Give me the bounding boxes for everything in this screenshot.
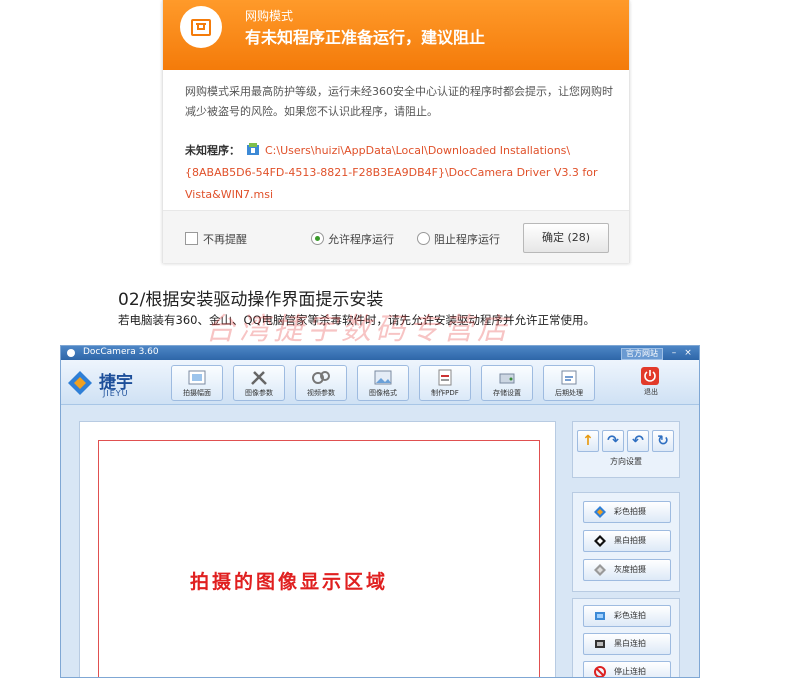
burst-label: 停止连拍	[614, 667, 646, 676]
picture-icon	[374, 370, 392, 385]
rotate-up-button[interactable]: ↑	[577, 430, 599, 452]
bw-burst-button[interactable]: 黑白连拍	[583, 633, 671, 655]
window-title: DocCamera 3.60	[83, 347, 159, 357]
block-radio[interactable]	[417, 232, 430, 245]
security-dialog: 网购模式 有未知程序正准备运行，建议阻止 网购模式采用最高防护等级，运行未经36…	[162, 0, 630, 263]
dialog-header: 网购模式 有未知程序正准备运行，建议阻止	[163, 0, 629, 70]
no-remind-label: 不再提醒	[203, 233, 247, 246]
exit-button[interactable]: 退出	[633, 365, 669, 399]
image-format-button[interactable]: 图像格式	[357, 365, 409, 401]
confirm-button[interactable]: 确定 (28)	[523, 223, 609, 253]
shopping-mode-icon	[180, 6, 222, 48]
bw-burst-icon	[595, 640, 605, 648]
capture-frame-button[interactable]: 拍摄幅面	[171, 365, 223, 401]
toolbar-label: 图像参数	[245, 389, 273, 397]
video-params-button[interactable]: 视频参数	[295, 365, 347, 401]
capture-label: 彩色拍摄	[614, 507, 646, 516]
dialog-description: 网购模式采用最高防护等级，运行未经360安全中心认证的程序时都会提示，让您网购时…	[185, 85, 613, 118]
make-pdf-button[interactable]: 制作PDF	[419, 365, 471, 401]
mode-label: 网购模式	[245, 9, 294, 23]
color-burst-button[interactable]: 彩色连拍	[583, 605, 671, 627]
minimize-button[interactable]: –	[669, 348, 679, 358]
black-diamond-icon	[594, 535, 606, 547]
close-button[interactable]: ×	[683, 348, 693, 358]
toolbar-label: 拍摄幅面	[183, 389, 211, 397]
dialog-headline: 有未知程序正准备运行，建议阻止	[245, 28, 486, 47]
doccamera-window: DocCamera 3.60 官方网站 – × 捷宇 JIEYU 拍摄幅面 图像…	[60, 345, 700, 678]
dialog-footer: 不再提醒 允许程序运行 阻止程序运行 确定 (28)	[163, 210, 629, 263]
color-burst-icon	[595, 612, 605, 620]
title-bar: DocCamera 3.60 官方网站 – ×	[61, 346, 699, 360]
allow-radio[interactable]	[311, 232, 324, 245]
pdf-icon	[438, 369, 452, 386]
frame-icon	[188, 370, 206, 385]
crop-frame	[98, 440, 540, 677]
jieyu-logo: 捷宇 JIEYU	[67, 366, 155, 400]
video-icon	[312, 371, 330, 384]
allow-label: 允许程序运行	[328, 233, 394, 246]
gray-capture-button[interactable]: 灰度拍摄	[583, 559, 671, 581]
bw-capture-button[interactable]: 黑白拍摄	[583, 530, 671, 552]
color-diamond-icon	[594, 506, 606, 518]
gray-diamond-icon	[594, 564, 606, 576]
toolbar: 捷宇 JIEYU 拍摄幅面 图像参数 视频参数 图像格式 制作PDF 存储设置	[61, 360, 699, 405]
image-params-button[interactable]: 图像参数	[233, 365, 285, 401]
direction-label: 方向设置	[610, 457, 642, 466]
direction-panel: ↑ ↷ ↶ ↻ 方向设置	[572, 421, 680, 478]
exit-label: 退出	[644, 388, 658, 396]
burst-label: 彩色连拍	[614, 611, 646, 620]
post-processing-button[interactable]: 后期处理	[543, 365, 595, 401]
logo-text-en: JIEYU	[103, 389, 129, 398]
unknown-program-label: 未知程序：	[185, 144, 240, 157]
rotate-right-button[interactable]: ↷	[602, 430, 624, 452]
capture-panel: 彩色拍摄 黑白拍摄 灰度拍摄	[572, 492, 680, 592]
burst-panel: 彩色连拍 黑白连拍 停止连拍	[572, 598, 680, 677]
capture-label: 黑白拍摄	[614, 536, 646, 545]
app-icon	[67, 349, 75, 357]
preview-placeholder-label: 拍摄的图像显示区域	[190, 571, 389, 593]
toolbar-label: 制作PDF	[431, 389, 459, 397]
capture-label: 灰度拍摄	[614, 565, 646, 574]
unknown-program-row: 未知程序： C:\Users\huizi\AppData\Local\Downl…	[185, 140, 615, 206]
official-site-button[interactable]: 官方网站	[621, 348, 663, 360]
rotate-180-button[interactable]: ↻	[652, 430, 674, 452]
storage-settings-button[interactable]: 存储设置	[481, 365, 533, 401]
toolbar-label: 存储设置	[493, 389, 521, 397]
toolbar-label: 后期处理	[555, 389, 583, 397]
stop-icon	[594, 666, 606, 677]
tools-icon	[251, 371, 267, 385]
image-preview-area[interactable]: 拍摄的图像显示区域	[79, 421, 556, 677]
logo-mark-icon	[68, 371, 92, 395]
toolbar-label: 视频参数	[307, 389, 335, 397]
no-remind-checkbox[interactable]	[185, 232, 198, 245]
stop-burst-button[interactable]: 停止连拍	[583, 661, 671, 677]
process-icon	[561, 370, 577, 385]
power-icon	[641, 367, 659, 385]
installer-package-icon	[246, 142, 260, 156]
storage-icon	[499, 373, 515, 384]
toolbar-label: 图像格式	[369, 389, 397, 397]
watermark: 台湾捷宇数码专营店	[205, 312, 511, 347]
burst-label: 黑白连拍	[614, 639, 646, 648]
color-capture-button[interactable]: 彩色拍摄	[583, 501, 671, 523]
block-label: 阻止程序运行	[434, 233, 500, 246]
rotate-left-button[interactable]: ↶	[627, 430, 649, 452]
